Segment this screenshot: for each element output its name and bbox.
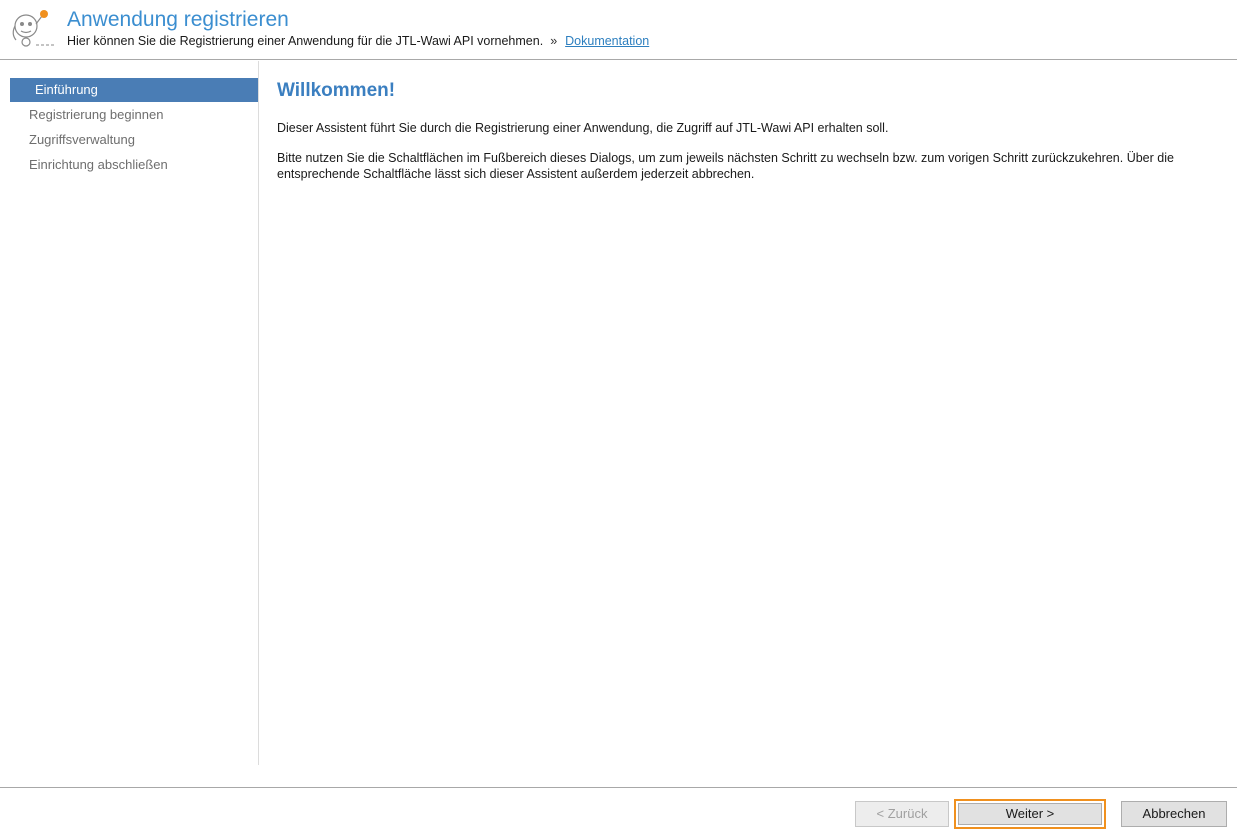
back-button[interactable]: < Zurück	[855, 801, 949, 827]
subtitle-text: Hier können Sie die Registrierung einer …	[67, 34, 544, 48]
dialog-footer: < Zurück Weiter > Abbrechen	[0, 787, 1237, 834]
content-heading: Willkommen!	[277, 80, 396, 101]
sidebar-item-zugriffsverwaltung[interactable]: Zugriffsverwaltung	[10, 128, 258, 152]
wizard-content: Willkommen! Dieser Assistent führt Sie d…	[277, 80, 1222, 181]
subtitle-separator: »	[550, 34, 558, 48]
sidebar-item-einfuehrung[interactable]: Einführung	[10, 78, 258, 102]
sidebar-item-einrichtung-abschliessen[interactable]: Einrichtung abschließen	[10, 153, 258, 177]
next-button-highlight: Weiter >	[954, 799, 1106, 829]
sidebar-item-registrierung-beginnen[interactable]: Registrierung beginnen	[10, 103, 258, 127]
instructions-paragraph: Bitte nutzen Sie die Schaltflächen im Fu…	[277, 151, 1174, 181]
documentation-link[interactable]: Dokumentation	[565, 34, 649, 48]
next-button[interactable]: Weiter >	[958, 803, 1102, 825]
intro-paragraph: Dieser Assistent führt Sie durch die Reg…	[277, 121, 889, 135]
assistant-logo-icon	[12, 10, 54, 47]
dialog-header: Anwendung registrieren Hier können Sie d…	[0, 0, 1237, 60]
wizard-steps-sidebar: Einführung Registrierung beginnen Zugrif…	[0, 61, 259, 765]
cancel-button[interactable]: Abbrechen	[1121, 801, 1227, 827]
page-title: Anwendung registrieren	[67, 8, 289, 31]
page-subtitle: Hier können Sie die Registrierung einer …	[67, 34, 649, 48]
